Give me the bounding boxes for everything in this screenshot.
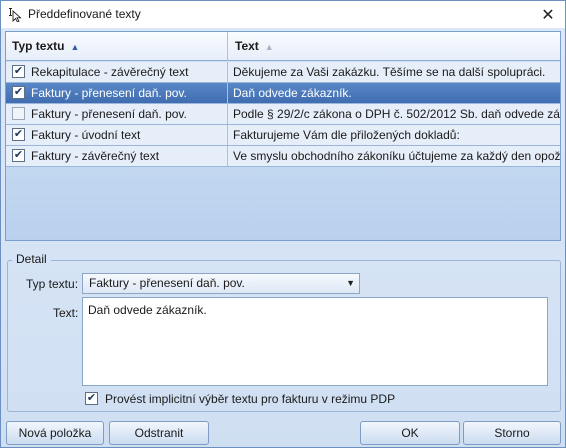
pdp-checkbox-label: Provést implicitní výběr textu pro faktu… (105, 392, 396, 406)
row-type-cell: ✔ Rekapitulace - závěrečný text (6, 62, 228, 82)
row-enabled-checkbox[interactable]: ✔ (12, 86, 25, 99)
row-enabled-checkbox[interactable] (12, 107, 25, 120)
row-text-cell: Děkujeme za Vaši zakázku. Těšíme se na d… (233, 65, 546, 79)
texts-grid: Typ textu ▲ Text ▲ ✔ Rekapitulace - závěre… (5, 31, 561, 241)
row-text-cell: Fakturujeme Vám dle přiložených dokladů: (233, 128, 460, 142)
row-type-text: Faktury - závěrečný text (31, 149, 160, 163)
row-type-cell: ✔ Faktury - úvodní text (6, 125, 228, 145)
row-text-cell: Daň odvede zákazník. (233, 86, 352, 100)
type-label: Typ textu: (26, 277, 79, 291)
pdp-checkbox[interactable]: ✔ (85, 392, 98, 405)
table-row[interactable]: ✔ Rekapitulace - závěrečný text Děkujeme… (6, 62, 560, 83)
row-text-cell: Podle § 29/2/c zákona o DPH č. 502/2012 … (233, 107, 560, 121)
chevron-down-icon: ▼ (346, 278, 355, 288)
row-text-cell: Ve smyslu obchodního zákoníku účtujeme z… (233, 149, 560, 163)
row-type-cell: Faktury - přenesení daň. pov. (6, 104, 228, 124)
cancel-button[interactable]: Storno (463, 421, 561, 445)
dialog-window: Předdefinované texty ✕ Typ textu ▲ Text ▲ … (0, 0, 566, 448)
table-row[interactable]: ✔ Faktury - závěrečný text Ve smyslu obc… (6, 146, 560, 167)
dialog-content: Typ textu ▲ Text ▲ ✔ Rekapitulace - závěre… (1, 28, 565, 447)
column-header-type-label: Typ textu (12, 39, 65, 53)
row-enabled-checkbox[interactable]: ✔ (12, 149, 25, 162)
row-enabled-checkbox[interactable]: ✔ (12, 65, 25, 78)
column-header-text[interactable]: Text ▲ (229, 32, 560, 61)
sort-inactive-icon: ▲ (264, 42, 274, 52)
row-type-text: Faktury - úvodní text (31, 128, 141, 142)
sort-ascending-icon: ▲ (70, 42, 80, 52)
window-title: Předdefinované texty (28, 7, 141, 21)
detail-legend: Detail (12, 252, 51, 266)
type-dropdown[interactable]: Faktury - přenesení daň. pov. ▼ (82, 273, 360, 294)
new-item-button[interactable]: Nová položka (6, 421, 104, 445)
delete-button[interactable]: Odstranit (109, 421, 209, 445)
title-bar: Předdefinované texty ✕ (1, 1, 565, 28)
row-type-cell: ✔ Faktury - závěrečný text (6, 146, 228, 166)
row-type-text: Faktury - přenesení daň. pov. (31, 107, 187, 121)
type-dropdown-value: Faktury - přenesení daň. pov. (89, 276, 245, 290)
text-label: Text: (53, 306, 79, 320)
table-row-selected[interactable]: ✔ Faktury - přenesení daň. pov. Daň odve… (6, 83, 560, 104)
row-enabled-checkbox[interactable]: ✔ (12, 128, 25, 141)
ok-button[interactable]: OK (360, 421, 460, 445)
row-type-cell: ✔ Faktury - přenesení daň. pov. (6, 83, 228, 103)
column-header-type[interactable]: Typ textu ▲ (6, 32, 228, 61)
row-type-text: Faktury - přenesení daň. pov. (31, 86, 187, 100)
column-header-text-label: Text (235, 39, 259, 53)
close-button[interactable]: ✕ (531, 1, 565, 28)
row-type-text: Rekapitulace - závěrečný text (31, 65, 189, 79)
close-icon: ✕ (541, 6, 555, 24)
table-row[interactable]: Faktury - přenesení daň. pov. Podle § 29… (6, 104, 560, 125)
grid-header: Typ textu ▲ Text ▲ (6, 32, 560, 61)
text-editor[interactable]: Daň odvede zákazník. (82, 297, 548, 386)
table-row[interactable]: ✔ Faktury - úvodní text Fakturujeme Vám … (6, 125, 560, 146)
text-cursor-app-icon (7, 6, 23, 23)
